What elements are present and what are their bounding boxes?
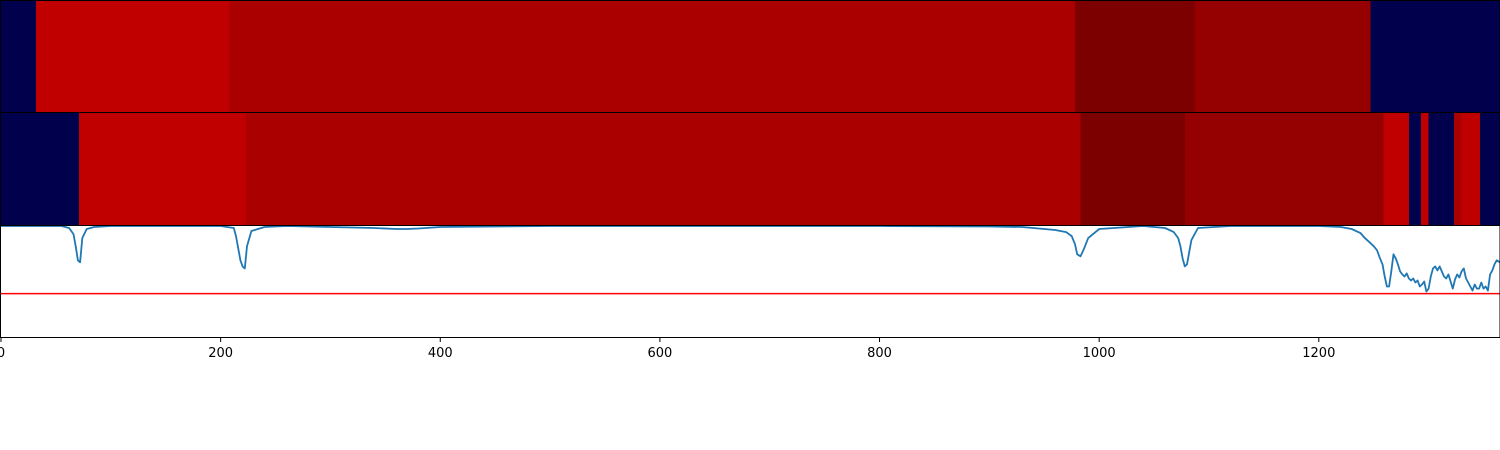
x-tick-label: 400: [428, 346, 453, 361]
heatmap-segment: [1, 1, 37, 112]
heatmap-segment: [1184, 113, 1385, 225]
heatmap-panel-top: [0, 0, 1500, 113]
heatmap-segment: [1370, 1, 1500, 112]
heatmap-segment: [1, 113, 80, 225]
heatmap-segment: [245, 113, 1081, 225]
x-tick-label: 200: [208, 346, 233, 361]
x-tick-label: 600: [647, 346, 672, 361]
x-tick-label: 800: [867, 346, 892, 361]
heatmap-segment: [229, 1, 1076, 112]
x-axis: 0 200 400 600 800 1000 1200: [0, 337, 1335, 361]
heatmap-segment: [1461, 113, 1481, 225]
heatmap-segment: [1420, 113, 1430, 225]
heatmap-segment: [78, 113, 247, 225]
heatmap-panel-middle: [0, 112, 1500, 226]
x-tick-label: 0: [0, 346, 5, 361]
heatmap-segment: [1480, 113, 1500, 225]
x-tick-label: 1200: [1302, 346, 1335, 361]
heatmap-segment: [1383, 113, 1410, 225]
heatmap-segment: [36, 1, 230, 112]
heatmap-segment: [1194, 1, 1371, 112]
figure: 0 200 400 600 800 1000 1200: [0, 0, 1500, 361]
heatmap-segment: [1075, 1, 1196, 112]
heatmap-segment: [1430, 113, 1455, 225]
panel-frame: [0, 225, 1500, 338]
x-tick-label: 1000: [1083, 346, 1116, 361]
line-panel-bottom: [0, 225, 1500, 338]
heatmap-segment: [1408, 113, 1422, 225]
heatmap-segment: [1453, 113, 1463, 225]
heatmap-segment: [1080, 113, 1186, 225]
series-line: [1, 225, 1500, 293]
